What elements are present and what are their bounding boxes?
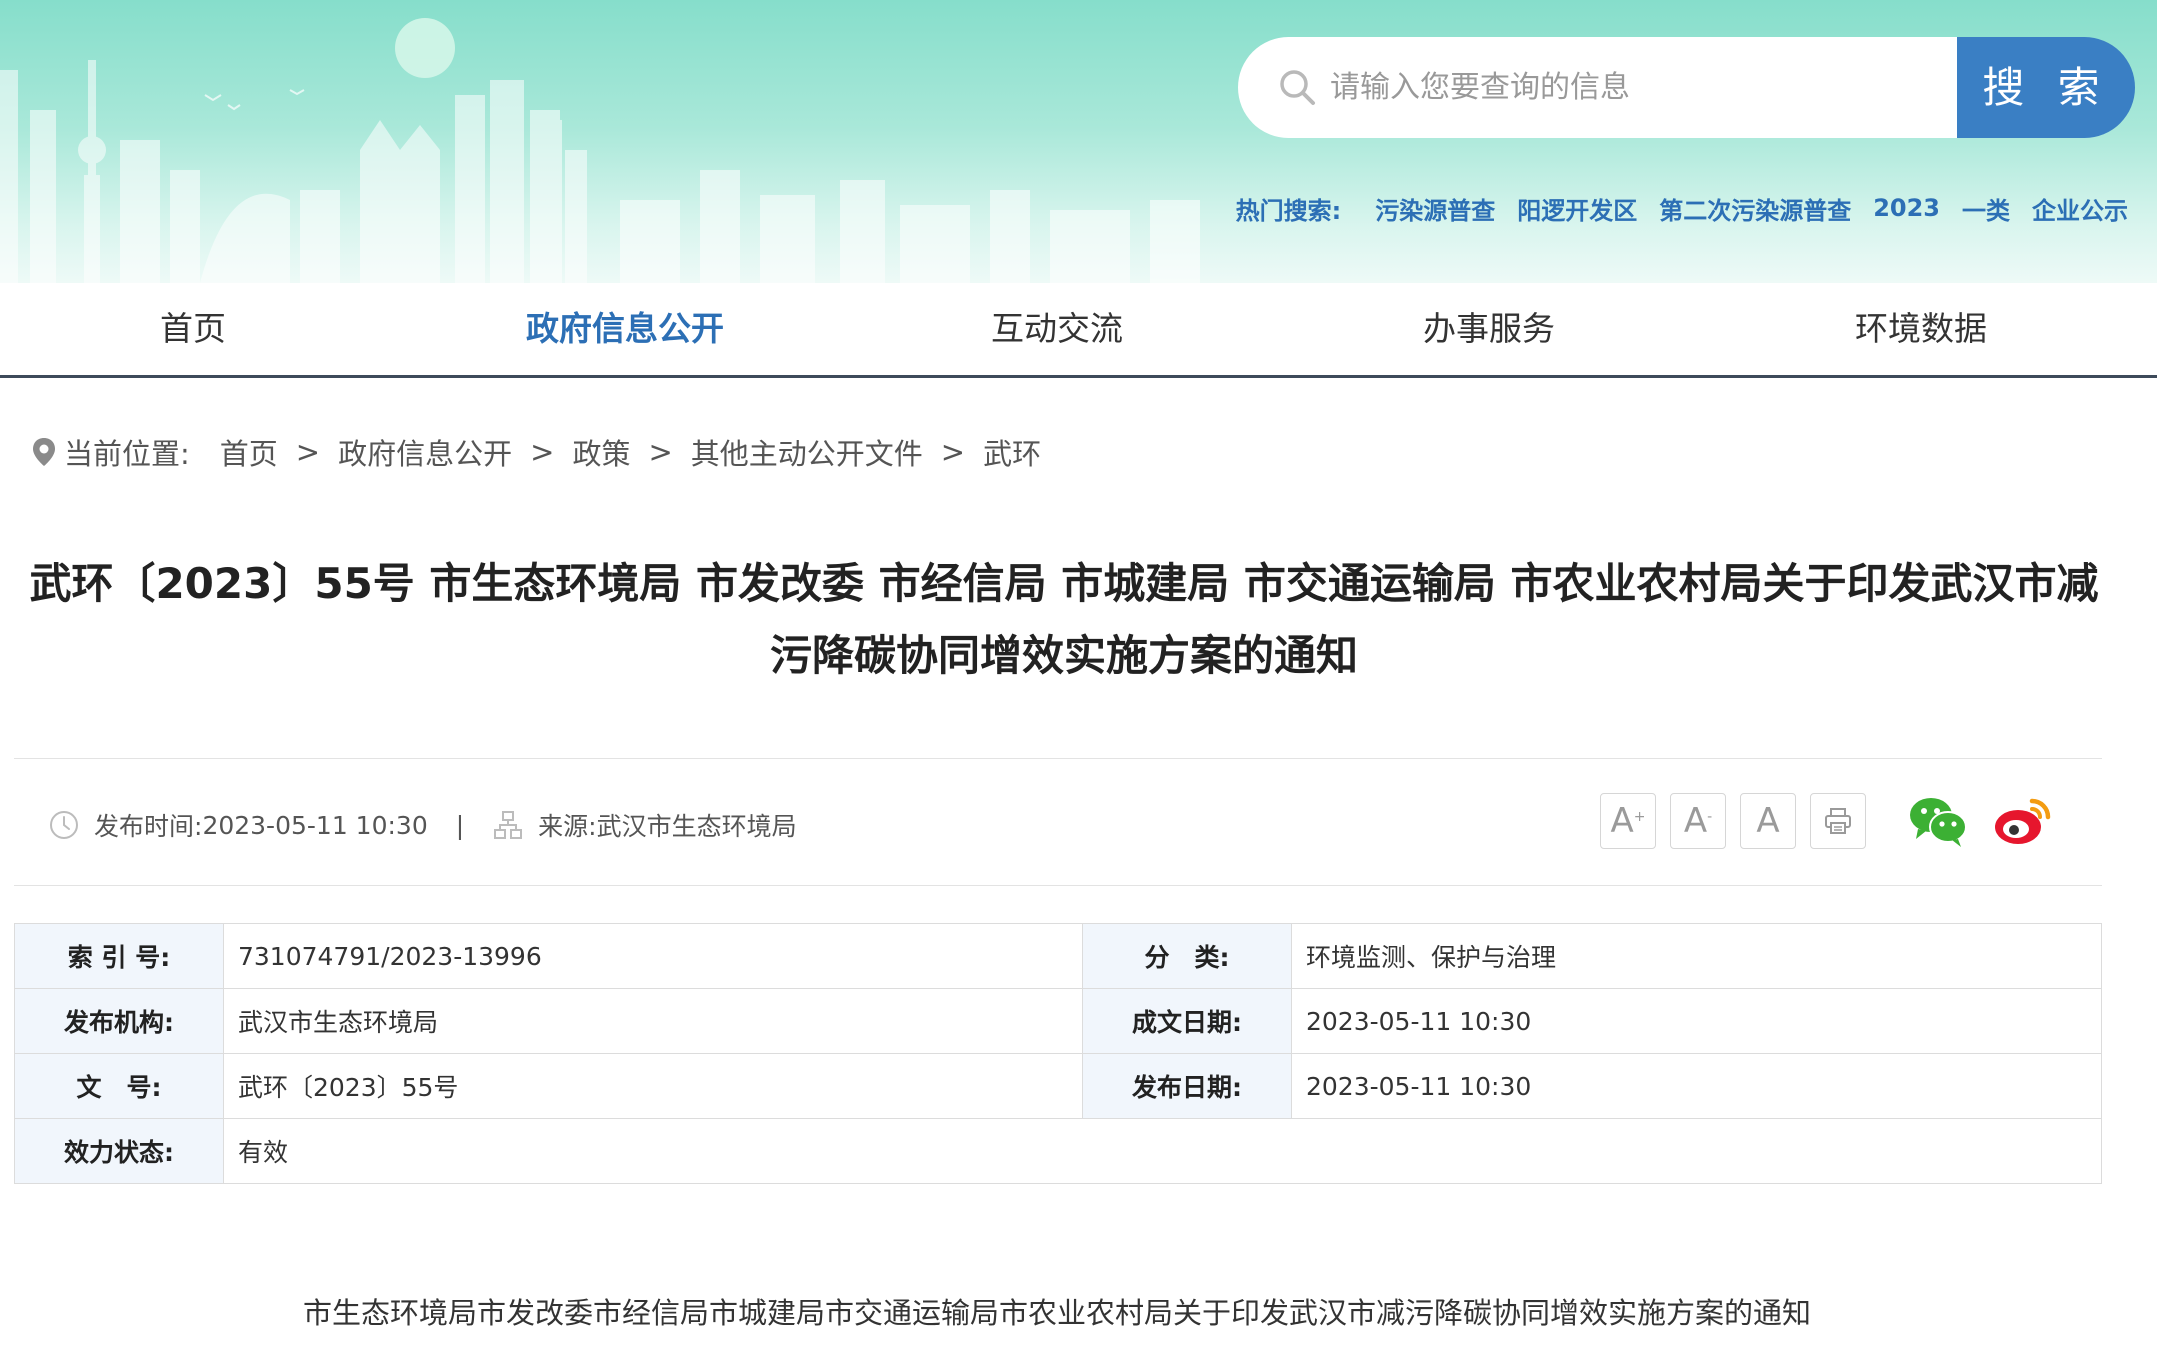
breadcrumb-item[interactable]: 首页	[220, 431, 278, 473]
hot-search-link[interactable]: 第二次污染源普查	[1659, 191, 1851, 226]
font-decrease-mark: -	[1707, 809, 1713, 825]
article-title: 武环〔2023〕55号 市生态环境局 市发改委 市经信局 市城建局 市交通运输局…	[14, 548, 2114, 692]
article-title-line: 污降碳协同增效实施方案的通知	[769, 631, 1358, 680]
table-row: 发布机构: 武汉市生态环境局 成文日期: 2023-05-11 10:30	[14, 988, 2102, 1054]
meta-divider: |	[455, 810, 465, 840]
print-button[interactable]	[1810, 793, 1866, 849]
nav-item-interaction[interactable]: 互动交流	[907, 283, 1207, 375]
font-reset-button[interactable]: A	[1740, 793, 1796, 849]
breadcrumb-separator: >	[940, 435, 966, 469]
publish-time-label: 发布时间:	[94, 812, 203, 841]
doc-no-label: 文 号:	[14, 1053, 224, 1119]
divider	[14, 758, 2102, 759]
status-label: 效力状态:	[14, 1118, 224, 1184]
publish-date-value: 2023-05-11 10:30	[1291, 1053, 2102, 1119]
hot-search-bar: 热门搜索: 污染源普查 阳逻开发区 第二次污染源普查 2023 一类 企业公示	[1236, 188, 2128, 228]
font-reset-glyph: A	[1756, 801, 1780, 841]
hot-search-link[interactable]: 2023	[1873, 194, 1940, 222]
location-pin-icon	[33, 438, 55, 466]
nav-item-home[interactable]: 首页	[43, 283, 343, 375]
doc-no-value: 武环〔2023〕55号	[223, 1053, 1083, 1119]
nav-item-services[interactable]: 办事服务	[1339, 283, 1639, 375]
hot-search-link[interactable]: 污染源普查	[1375, 191, 1495, 226]
breadcrumb-item[interactable]: 政府信息公开	[338, 431, 512, 473]
breadcrumb-separator: >	[530, 435, 555, 469]
city-skyline-illustration	[0, 18, 1200, 283]
table-row: 索 引 号: 731074791/2023-13996 分 类: 环境监测、保护…	[14, 923, 2102, 989]
font-decrease-glyph: A	[1683, 801, 1708, 841]
breadcrumb: 当前位置: 首页 > 政府信息公开 > 政策 > 其他主动公开文件 > 武环	[30, 430, 1041, 474]
index-label: 索 引 号:	[14, 923, 224, 989]
wechat-share-icon[interactable]	[1908, 793, 1968, 849]
hot-search-link[interactable]: 阳逻开发区	[1517, 191, 1637, 226]
breadcrumb-separator: >	[648, 435, 673, 469]
org-structure-icon	[494, 811, 523, 839]
article-body-heading: 市生态环境局市发改委市经信局市城建局市交通运输局市农业农村局关于印发武汉市减污降…	[302, 1296, 1811, 1330]
source: 武汉市生态环境局	[596, 812, 797, 841]
document-info-table: 索 引 号: 731074791/2023-13996 分 类: 环境监测、保护…	[14, 923, 2102, 1184]
search-button[interactable]: 搜 索	[1957, 37, 2135, 138]
font-increase-glyph: A	[1610, 801, 1634, 841]
divider	[14, 885, 2102, 886]
org-value: 武汉市生态环境局	[223, 988, 1083, 1054]
breadcrumb-item[interactable]: 武环	[983, 431, 1041, 473]
table-row: 文 号: 武环〔2023〕55号 发布日期: 2023-05-11 10:30	[14, 1053, 2102, 1119]
search-input[interactable]	[1330, 37, 1930, 138]
category-value: 环境监测、保护与治理	[1291, 923, 2102, 989]
search-box	[1238, 37, 1959, 138]
org-label: 发布机构:	[14, 988, 224, 1054]
main-nav: 首页 政府信息公开 互动交流 办事服务 环境数据	[0, 283, 2157, 378]
article-title-line: 武环〔2023〕55号 市生态环境局 市发改委 市经信局 市城建局 市交通运输局…	[29, 559, 2099, 608]
nav-item-gov-info[interactable]: 政府信息公开	[475, 283, 775, 375]
nav-item-env-data[interactable]: 环境数据	[1771, 283, 2071, 375]
printer-icon	[1825, 808, 1851, 834]
header-banner: 搜 索 热门搜索: 污染源普查 阳逻开发区 第二次污染源普查 2023 一类 企…	[0, 0, 2157, 283]
status-value: 有效	[223, 1118, 2102, 1184]
index-value: 731074791/2023-13996	[223, 923, 1083, 989]
breadcrumb-separator: >	[295, 435, 321, 469]
font-increase-button[interactable]: A +	[1600, 793, 1656, 849]
hot-search-label: 热门搜索:	[1235, 196, 1342, 225]
breadcrumb-item[interactable]: 其他主动公开文件	[691, 431, 923, 473]
breadcrumb-label: 当前位置:	[64, 437, 190, 471]
hot-search-link[interactable]: 企业公示	[2032, 191, 2128, 226]
table-row: 效力状态: 有效	[14, 1118, 2102, 1184]
publish-date-label: 发布日期:	[1082, 1053, 1292, 1119]
search-icon	[1280, 70, 1315, 105]
clock-icon	[50, 811, 78, 839]
publish-time: 2023-05-11 10:30	[202, 810, 428, 840]
breadcrumb-item[interactable]: 政策	[572, 431, 630, 473]
category-label: 分 类:	[1082, 923, 1292, 989]
written-date-label: 成文日期:	[1082, 988, 1292, 1054]
written-date-value: 2023-05-11 10:30	[1291, 988, 2102, 1054]
weibo-share-icon[interactable]	[1992, 791, 2054, 849]
source-label: 来源:	[538, 812, 597, 841]
font-increase-mark: +	[1633, 809, 1646, 825]
font-decrease-button[interactable]: A-	[1670, 793, 1726, 849]
hot-search-link[interactable]: 一类	[1962, 191, 2010, 226]
article-meta: 发布时间: 2023-05-11 10:30 | 来源: 武汉市生态环境局	[48, 803, 797, 847]
